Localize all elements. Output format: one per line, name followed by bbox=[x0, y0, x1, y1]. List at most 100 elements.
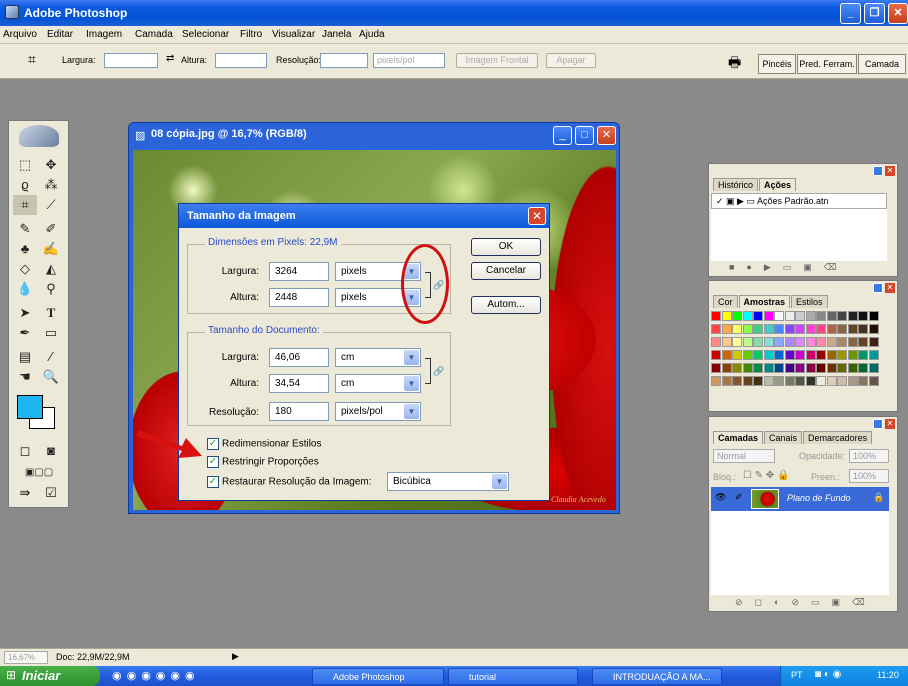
zoom-field[interactable]: 16,67% bbox=[4, 651, 48, 664]
menu-editar[interactable]: Editar bbox=[47, 29, 73, 40]
color-swatch[interactable] bbox=[837, 350, 847, 360]
dodge-tool-icon[interactable]: ⚲ bbox=[39, 279, 63, 299]
blend-mode-select[interactable]: Normal bbox=[713, 449, 775, 463]
resolution-unit-select[interactable]: pixels/pol ▼ bbox=[335, 402, 421, 421]
resample-checkbox[interactable]: ✓ Restaurar Resolução da Imagem: bbox=[207, 476, 372, 488]
color-swatch[interactable] bbox=[858, 376, 868, 386]
height-input[interactable] bbox=[215, 53, 267, 68]
tab-styles[interactable]: Estilos bbox=[791, 295, 828, 308]
doc-width-input[interactable]: 46,06 bbox=[269, 348, 329, 367]
color-swatch[interactable] bbox=[868, 337, 879, 347]
dialog-close-icon[interactable]: ✕ bbox=[528, 207, 546, 225]
eye-icon[interactable]: 👁 bbox=[715, 492, 726, 503]
color-swatch[interactable] bbox=[795, 350, 805, 360]
color-swatch[interactable] bbox=[795, 311, 805, 321]
color-swatch[interactable] bbox=[763, 376, 774, 386]
tab-history[interactable]: Histórico bbox=[713, 178, 759, 191]
printer-icon[interactable]: 🖶 bbox=[728, 52, 741, 76]
color-swatch[interactable] bbox=[805, 324, 816, 334]
color-swatch[interactable] bbox=[847, 324, 858, 334]
magic-wand-icon[interactable]: ⁂ bbox=[39, 175, 63, 195]
color-swatch[interactable] bbox=[711, 337, 721, 347]
status-arrow-icon[interactable]: ▶ bbox=[232, 651, 239, 662]
swap-icon[interactable]: ⇄ bbox=[166, 53, 174, 64]
opacity-input[interactable]: 100% bbox=[849, 449, 889, 463]
px-width-input[interactable]: 3264 bbox=[269, 262, 329, 281]
color-swatch[interactable] bbox=[774, 311, 784, 321]
color-swatch[interactable] bbox=[816, 363, 826, 373]
color-swatch[interactable] bbox=[753, 337, 763, 347]
quick-launch-icons[interactable]: ◉◉◉◉◉◉ bbox=[112, 669, 200, 682]
menu-imagem[interactable]: Imagem bbox=[86, 29, 122, 40]
brush-link-icon[interactable]: ✐ bbox=[735, 492, 743, 503]
color-swatch[interactable] bbox=[711, 350, 721, 360]
eraser-icon[interactable]: ◇ bbox=[13, 259, 37, 279]
menu-camada[interactable]: Camada bbox=[135, 29, 173, 40]
color-swatch[interactable] bbox=[742, 337, 753, 347]
menu-ajuda[interactable]: Ajuda bbox=[359, 29, 385, 40]
color-swatch[interactable] bbox=[795, 324, 805, 334]
color-swatch[interactable] bbox=[784, 311, 795, 321]
color-swatch[interactable] bbox=[742, 363, 753, 373]
tab-color[interactable]: Cor bbox=[713, 295, 738, 308]
scale-styles-checkbox[interactable]: ✓ Redimensionar Estilos bbox=[207, 438, 322, 450]
close-icon[interactable]: ✕ bbox=[888, 3, 908, 24]
color-swatch[interactable] bbox=[742, 350, 753, 360]
color-swatch[interactable] bbox=[784, 350, 795, 360]
color-swatch[interactable] bbox=[858, 363, 868, 373]
panel-close-icon[interactable]: ✕ bbox=[885, 283, 895, 293]
resolution-input[interactable] bbox=[320, 53, 368, 68]
color-swatch[interactable] bbox=[868, 350, 879, 360]
color-swatch[interactable] bbox=[868, 311, 879, 321]
clone-stamp-icon[interactable]: ♣ bbox=[13, 239, 37, 259]
color-swatch[interactable] bbox=[868, 324, 879, 334]
color-swatch[interactable] bbox=[826, 376, 837, 386]
color-swatch[interactable] bbox=[858, 350, 868, 360]
lock-icons[interactable]: ☐ ✎ ✥ 🔒 bbox=[743, 470, 790, 481]
cancel-button[interactable]: Cancelar bbox=[471, 262, 541, 280]
shape-tool-icon[interactable]: ▭ bbox=[39, 323, 63, 343]
color-swatch[interactable] bbox=[763, 350, 774, 360]
color-swatch[interactable] bbox=[784, 324, 795, 334]
tab-tool-presets[interactable]: Pred. Ferram. bbox=[797, 54, 857, 74]
healing-brush-icon[interactable]: ✎ bbox=[13, 219, 37, 239]
color-swatch[interactable] bbox=[774, 350, 784, 360]
color-swatch[interactable] bbox=[732, 337, 742, 347]
color-swatch[interactable] bbox=[711, 363, 721, 373]
color-swatch[interactable] bbox=[868, 363, 879, 373]
color-swatch[interactable] bbox=[774, 363, 784, 373]
color-swatch[interactable] bbox=[826, 324, 837, 334]
swatch-grid[interactable] bbox=[711, 311, 879, 395]
color-swatch[interactable] bbox=[732, 324, 742, 334]
tab-layers[interactable]: Camadas bbox=[713, 431, 764, 444]
tab-swatches[interactable]: Amostras bbox=[738, 295, 791, 308]
eyedropper-icon[interactable]: ⁄ bbox=[39, 347, 63, 367]
panel-minimize-icon[interactable] bbox=[873, 283, 883, 293]
panel-close-icon[interactable]: ✕ bbox=[885, 419, 895, 429]
color-swatch[interactable] bbox=[753, 324, 763, 334]
color-swatch[interactable] bbox=[742, 311, 753, 321]
tray-icons[interactable]: ◙ ◐ ◉ bbox=[815, 669, 841, 680]
move-tool-icon[interactable]: ✥ bbox=[39, 155, 63, 175]
color-swatch[interactable] bbox=[763, 337, 774, 347]
color-swatch[interactable] bbox=[847, 376, 858, 386]
panel-close-icon[interactable]: ✕ bbox=[885, 166, 895, 176]
crop-tool-icon[interactable]: ⌗ bbox=[13, 195, 37, 215]
doc-minimize-icon[interactable]: _ bbox=[553, 126, 572, 145]
type-tool-icon[interactable]: T bbox=[39, 303, 63, 323]
color-swatch[interactable] bbox=[816, 311, 826, 321]
color-swatch[interactable] bbox=[721, 311, 732, 321]
color-swatch[interactable] bbox=[711, 376, 721, 386]
task-word-doc[interactable]: INTRODUAÇÃO A MA... bbox=[592, 668, 722, 685]
color-swatch[interactable] bbox=[763, 363, 774, 373]
notes-tool-icon[interactable]: ▤ bbox=[13, 347, 37, 367]
color-swatch[interactable] bbox=[795, 363, 805, 373]
color-swatch[interactable] bbox=[847, 363, 858, 373]
layer-row-background[interactable]: 👁 ✐ Plano de Fundo 🔒 bbox=[711, 487, 889, 511]
color-swatch[interactable] bbox=[742, 376, 753, 386]
ok-button[interactable]: OK bbox=[471, 238, 541, 256]
color-swatch[interactable] bbox=[742, 324, 753, 334]
color-swatch[interactable] bbox=[753, 376, 763, 386]
color-swatch[interactable] bbox=[847, 350, 858, 360]
fill-input[interactable]: 100% bbox=[849, 469, 889, 483]
